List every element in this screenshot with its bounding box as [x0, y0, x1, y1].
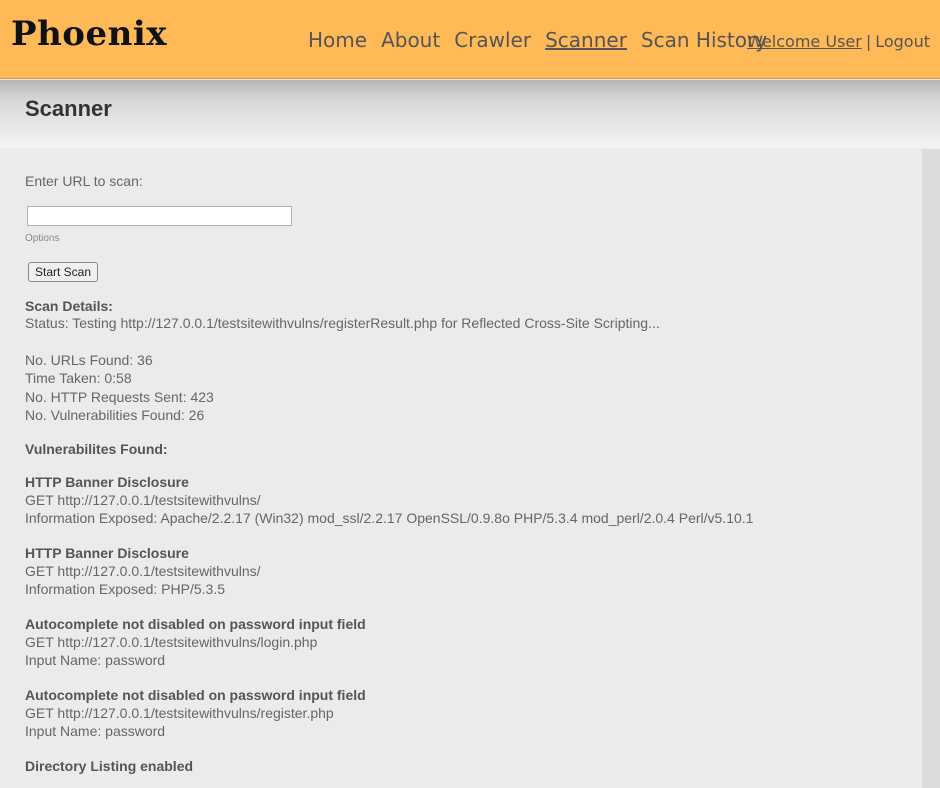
nav-home[interactable]: Home: [308, 28, 367, 52]
page-title: Scanner: [25, 96, 112, 121]
vulnerability-title: Directory Listing enabled: [25, 757, 194, 774]
scan-details-heading: Scan Details:: [25, 298, 113, 314]
main-content: Enter URL to scan: Options Start Scan Sc…: [0, 149, 922, 788]
vulnerability-item: HTTP Banner Disclosure GET http://127.0.…: [25, 544, 905, 599]
options-link[interactable]: Options: [25, 233, 905, 244]
vulnerability-title: Autocomplete not disabled on password in…: [25, 686, 366, 703]
top-bar: Phoenix Home About Crawler Scanner Scan …: [0, 0, 940, 79]
vulnerability-info: Information Exposed: PHP/5.3.5: [25, 581, 225, 597]
url-input[interactable]: [27, 206, 292, 226]
nav-scanner[interactable]: Scanner: [545, 28, 627, 52]
welcome-user-link[interactable]: Welcome User: [747, 32, 862, 51]
scan-status: Status: Testing http://127.0.0.1/testsit…: [25, 315, 660, 331]
user-separator: |: [865, 32, 872, 51]
scan-stats: No. URLs Found: 36 Time Taken: 0:58 No. …: [25, 351, 905, 425]
url-label: Enter URL to scan:: [25, 173, 143, 189]
page-header: Scanner: [0, 80, 940, 149]
vulnerability-title: Autocomplete not disabled on password in…: [25, 615, 366, 632]
vulns-count: No. Vulnerabilities Found: 26: [25, 407, 205, 423]
vulnerability-item: Autocomplete not disabled on password in…: [25, 615, 905, 670]
scrollbar[interactable]: [922, 149, 940, 788]
time-taken: Time Taken: 0:58: [25, 370, 132, 386]
vulnerability-request: GET http://127.0.0.1/testsitewithvulns/r…: [25, 704, 334, 721]
vulnerability-request: GET http://127.0.0.1/testsitewithvulns/l…: [25, 633, 318, 650]
vulnerability-item: Autocomplete not disabled on password in…: [25, 686, 905, 741]
nav-about[interactable]: About: [381, 28, 440, 52]
vulnerability-item: Directory Listing enabled: [25, 757, 905, 775]
vulnerabilities-section: Vulnerabilites Found:: [25, 441, 905, 457]
vulnerability-title: HTTP Banner Disclosure: [25, 544, 189, 561]
logout-link[interactable]: Logout: [875, 32, 930, 51]
urls-found: No. URLs Found: 36: [25, 351, 153, 368]
nav-crawler[interactable]: Crawler: [454, 28, 531, 52]
start-scan-button[interactable]: Start Scan: [28, 262, 99, 282]
vulnerability-info: Information Exposed: Apache/2.2.17 (Win3…: [25, 510, 754, 526]
requests-sent: No. HTTP Requests Sent: 423: [25, 388, 214, 405]
vulnerability-info: Input Name: password: [25, 723, 166, 739]
scanner-panel: Enter URL to scan: Options Start Scan Sc…: [25, 173, 905, 775]
vulnerability-item: HTTP Banner Disclosure GET http://127.0.…: [25, 473, 905, 528]
logo[interactable]: Phoenix: [11, 14, 167, 54]
vulnerability-request: GET http://127.0.0.1/testsitewithvulns/: [25, 562, 261, 579]
scan-details: Scan Details: Status: Testing http://127…: [25, 298, 905, 333]
vulnerability-request: GET http://127.0.0.1/testsitewithvulns/: [25, 491, 261, 508]
main-nav: Home About Crawler Scanner Scan History: [308, 28, 767, 52]
vulnerability-info: Input Name: password: [25, 652, 166, 668]
user-box: Welcome User | Logout: [747, 32, 930, 51]
vulnerability-title: HTTP Banner Disclosure: [25, 473, 189, 490]
vulnerabilities-heading: Vulnerabilites Found:: [25, 440, 168, 457]
